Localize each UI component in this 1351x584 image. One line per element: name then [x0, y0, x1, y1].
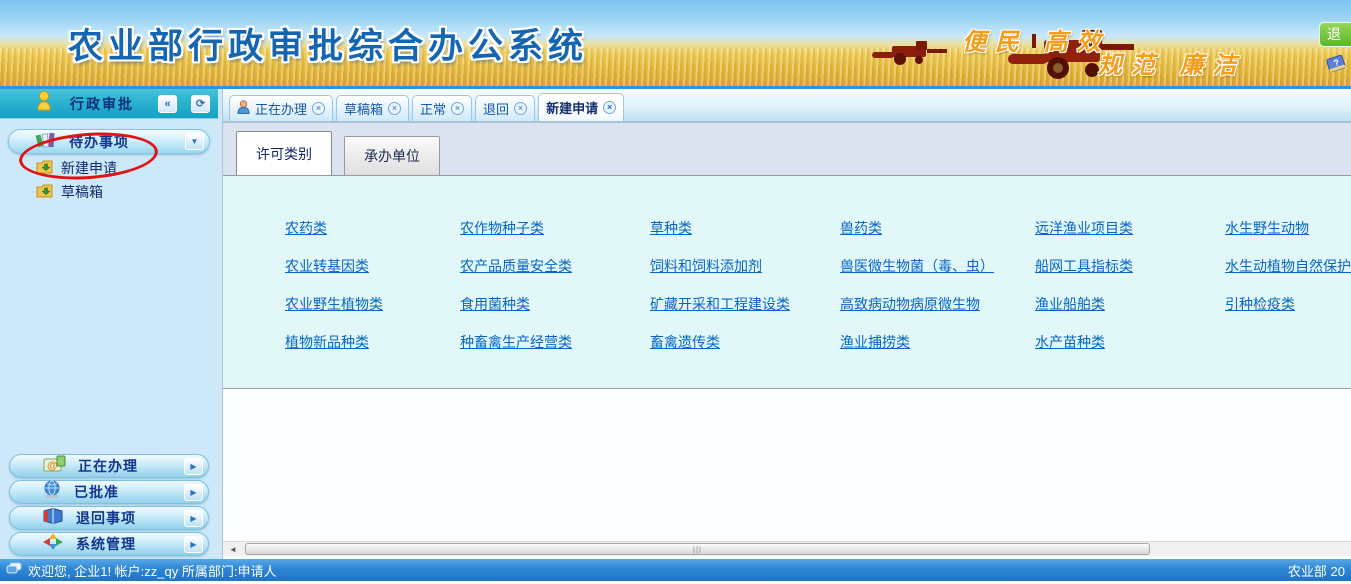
- sidebar-header: 行政审批 « ⟳: [0, 89, 218, 119]
- scrollbar-grip: |||: [693, 545, 702, 554]
- welcome-text: 欢迎您, 企业1! 帐户:zz_qy 所属部门:申请人: [28, 561, 276, 580]
- tab-label: 新建申请: [546, 98, 598, 117]
- arrows-pinwheel-icon: [42, 532, 64, 556]
- help-book-icon[interactable]: ?: [1325, 54, 1347, 79]
- category-link[interactable]: 饲料和饲料添加剂: [650, 256, 840, 276]
- category-link[interactable]: 食用菌种类: [460, 294, 650, 314]
- folder-download-icon: [36, 184, 53, 201]
- chevron-right-icon[interactable]: ▶: [184, 458, 203, 475]
- category-link[interactable]: 农产品质量安全类: [460, 256, 650, 276]
- chevron-right-icon[interactable]: ▶: [184, 536, 203, 553]
- sidebar-item-label: 新建申请: [61, 158, 117, 178]
- category-link[interactable]: 兽药类: [840, 218, 1035, 238]
- empty-content-region: [223, 389, 1351, 540]
- sidebar-item-new-application[interactable]: 新建申请: [0, 156, 218, 180]
- content-area: 正在办理 × 草稿箱 × 正常 × 退回 × 新建申请 ×: [222, 89, 1351, 559]
- category-link[interactable]: 农药类: [285, 218, 460, 238]
- sidebar-group-returned[interactable]: 退回事项 ▶: [9, 506, 209, 530]
- folder-download-icon: [36, 160, 53, 177]
- user-icon: [36, 91, 52, 116]
- category-link[interactable]: 水产苗种类: [1035, 332, 1225, 352]
- close-icon[interactable]: ×: [388, 102, 401, 115]
- mail-at-icon: @: [42, 455, 66, 478]
- chevron-down-icon[interactable]: ▼: [185, 133, 204, 150]
- sidebar-group-label: 已批准: [74, 482, 119, 502]
- category-link[interactable]: 远洋渔业项目类: [1035, 218, 1225, 238]
- person-icon: [237, 100, 250, 117]
- scroll-left-icon[interactable]: ◄: [225, 543, 241, 556]
- tab-label: 草稿箱: [344, 99, 383, 118]
- category-link[interactable]: 种畜禽生产经营类: [460, 332, 650, 352]
- category-link[interactable]: 矿藏开采和工程建设类: [650, 294, 840, 314]
- category-link[interactable]: 草种类: [650, 218, 840, 238]
- sidebar-group-system-management[interactable]: 系统管理 ▶: [9, 532, 209, 556]
- close-icon[interactable]: ×: [603, 101, 616, 114]
- status-bar: 欢迎您, 企业1! 帐户:zz_qy 所属部门:申请人 农业部 20: [0, 559, 1351, 581]
- app-title: 农业部行政审批综合办公系统: [68, 18, 588, 69]
- category-link[interactable]: 水生野生动物: [1225, 218, 1351, 238]
- sidebar-group-approved[interactable]: 已批准 ▶: [9, 480, 209, 504]
- sidebar-group-label: 退回事项: [76, 508, 136, 528]
- category-link[interactable]: 畜禽遗传类: [650, 332, 840, 352]
- books-icon: [35, 131, 57, 153]
- sidebar-group-label: 正在办理: [78, 456, 138, 476]
- inner-tab-header: 许可类别 承办单位: [223, 123, 1351, 176]
- workspace-tabstrip: 正在办理 × 草稿箱 × 正常 × 退回 × 新建申请 ×: [223, 89, 1351, 123]
- category-link[interactable]: 水生动植物自然保护区: [1225, 256, 1351, 276]
- sidebar: 行政审批 « ⟳ 待办事项 ▼ 新建申请: [0, 89, 218, 559]
- svg-text:@: @: [47, 460, 58, 472]
- sidebar-item-draftbox[interactable]: 草稿箱: [0, 180, 218, 204]
- tab-label: 退回: [483, 99, 509, 118]
- category-link[interactable]: 引种检疫类: [1225, 294, 1351, 314]
- harvester-image: [872, 40, 950, 71]
- category-link[interactable]: 兽医微生物菌（毒、虫）: [840, 256, 1035, 276]
- sidebar-group-in-progress[interactable]: @ 正在办理 ▶: [9, 454, 209, 478]
- category-link[interactable]: 高致病动物病原微生物: [840, 294, 1035, 314]
- tab-label: 正常: [420, 99, 446, 118]
- category-link[interactable]: 农业转基因类: [285, 256, 460, 276]
- sidebar-title: 行政审批: [70, 94, 134, 114]
- category-link-grid: 农药类 农作物种子类 草种类 兽药类 远洋渔业项目类 水生野生动物 农业转基因类…: [223, 176, 1351, 389]
- tab-new-application[interactable]: 新建申请 ×: [538, 93, 624, 121]
- sidebar-collapse-button[interactable]: «: [158, 95, 177, 113]
- tab-normal[interactable]: 正常 ×: [412, 95, 472, 121]
- globe-icon: [42, 480, 62, 504]
- sidebar-refresh-button[interactable]: ⟳: [191, 95, 210, 113]
- category-link[interactable]: 船网工具指标类: [1035, 256, 1225, 276]
- scrollbar-thumb[interactable]: |||: [245, 543, 1150, 555]
- tab-license-category[interactable]: 许可类别: [236, 131, 332, 175]
- banner: 农业部行政审批综合办公系统 便民 高效 规范 廉洁 退 ?: [0, 0, 1351, 89]
- category-link[interactable]: 渔业捕捞类: [840, 332, 1035, 352]
- sidebar-group-todo[interactable]: 待办事项 ▼: [8, 129, 210, 154]
- category-link[interactable]: 植物新品种类: [285, 332, 460, 352]
- sidebar-group-label: 系统管理: [76, 534, 136, 554]
- close-icon[interactable]: ×: [312, 102, 325, 115]
- chevron-right-icon[interactable]: ▶: [184, 484, 203, 501]
- book-icon: [42, 507, 64, 529]
- category-link[interactable]: 农业野生植物类: [285, 294, 460, 314]
- tab-returned[interactable]: 退回 ×: [475, 95, 535, 121]
- chevron-right-icon[interactable]: ▶: [184, 510, 203, 527]
- statusbar-right-text: 农业部 20: [1288, 561, 1345, 580]
- tab-undertaking-unit[interactable]: 承办单位: [344, 136, 440, 175]
- horizontal-scrollbar[interactable]: ◄ ||| ►: [223, 541, 1351, 556]
- close-icon[interactable]: ×: [451, 102, 464, 115]
- main-area: 行政审批 « ⟳ 待办事项 ▼ 新建申请: [0, 89, 1351, 559]
- application-window: 农业部行政审批综合办公系统 便民 高效 规范 廉洁 退 ? 行政审批 « ⟳: [0, 0, 1351, 584]
- logout-button[interactable]: 退: [1319, 22, 1351, 47]
- slogan-line-1: 便民 高效: [962, 22, 1110, 57]
- slogan-line-2: 规范 廉洁: [1098, 45, 1246, 80]
- close-icon[interactable]: ×: [514, 102, 527, 115]
- chat-bubble-icon: [6, 562, 22, 579]
- tab-in-progress[interactable]: 正在办理 ×: [229, 95, 333, 121]
- category-link[interactable]: 渔业船舶类: [1035, 294, 1225, 314]
- sidebar-group-todo-label: 待办事项: [69, 132, 129, 152]
- category-link[interactable]: 农作物种子类: [460, 218, 650, 238]
- tab-draftbox[interactable]: 草稿箱 ×: [336, 95, 409, 121]
- sidebar-item-label: 草稿箱: [61, 182, 103, 202]
- tab-label: 正在办理: [255, 99, 307, 118]
